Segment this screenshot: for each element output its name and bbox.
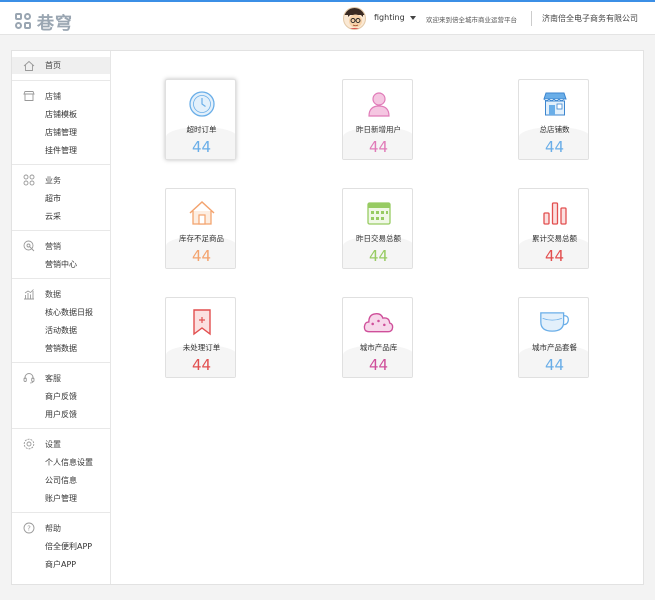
sidebar-item-merchant-app[interactable]: 商户APP — [12, 555, 110, 573]
card-value: 44 — [191, 247, 212, 265]
sidebar-heading-label: 客服 — [45, 373, 61, 383]
sidebar-item-widget-manage[interactable]: 挂件管理 — [12, 141, 110, 159]
help-icon: ? — [22, 522, 35, 535]
card-label: 昨日交易总额 — [356, 234, 401, 243]
card-value: 44 — [544, 138, 565, 156]
sidebar-section-home: 首页 — [12, 57, 110, 81]
marketing-icon — [22, 240, 35, 253]
sidebar-item-merchant-feedback[interactable]: 商户反馈 — [12, 387, 110, 405]
sidebar-item-company-info[interactable]: 公司信息 — [12, 471, 110, 489]
sidebar-heading-data: 数据 — [12, 285, 110, 303]
bars-icon — [539, 199, 570, 227]
card-label: 城市产品库 — [359, 343, 398, 352]
logo-mark-icon — [15, 12, 35, 31]
chart-icon — [22, 288, 35, 301]
gear-icon — [22, 438, 35, 451]
card-label: 昨日新增用户 — [356, 125, 401, 134]
sidebar-item-user-feedback[interactable]: 用户反馈 — [12, 405, 110, 423]
shop-icon — [539, 90, 570, 118]
stat-card-city-packages[interactable]: 城市产品套餐 44 — [518, 297, 589, 378]
welcome-text: 欢迎来到倍全城市商业运营平台 — [426, 16, 517, 24]
dashboard-main: 超时订单 44 昨日新增用户 44 总店铺数 44 库存不足商品 44 昨日交易… — [111, 51, 643, 584]
sidebar-item-beiquan-app[interactable]: 倍全便利APP — [12, 537, 110, 555]
sidebar-item-marketing-center[interactable]: 营销中心 — [12, 255, 110, 273]
card-value: 44 — [544, 247, 565, 265]
cup-icon — [539, 308, 570, 336]
card-label: 未处理订单 — [182, 343, 221, 352]
svg-text:?: ? — [27, 525, 31, 533]
card-label: 总店铺数 — [539, 125, 570, 134]
sidebar-heading-business: 业务 — [12, 171, 110, 189]
company-name: 济南倍全电子商务有限公司 — [542, 14, 638, 23]
card-value: 44 — [544, 356, 565, 374]
sidebar-item-account-manage[interactable]: 账户管理 — [12, 489, 110, 507]
stat-card-yesterday-revenue[interactable]: 昨日交易总额 44 — [342, 188, 413, 269]
card-value: 44 — [191, 138, 212, 156]
user-name[interactable]: fighting — [374, 13, 405, 22]
card-label: 城市产品套餐 — [532, 343, 577, 352]
sidebar-heading-service: 客服 — [12, 369, 110, 387]
sidebar-item-label: 首页 — [45, 61, 61, 70]
card-label: 库存不足商品 — [179, 234, 224, 243]
stat-card-total-stores[interactable]: 总店铺数 44 — [518, 79, 589, 160]
store-icon — [22, 90, 35, 103]
sidebar-section-store: 店铺 店铺模板 店铺管理 挂件管理 — [12, 81, 110, 165]
logo-text: 巷穹 — [37, 14, 73, 34]
sidebar-section-marketing: 营销 营销中心 — [12, 231, 110, 279]
bookmark-icon — [186, 308, 217, 336]
sidebar-heading-label: 设置 — [45, 439, 61, 449]
stat-card-pending-orders[interactable]: 未处理订单 44 — [165, 297, 236, 378]
sidebar-section-data: 数据 核心数据日报 活动数据 营销数据 — [12, 279, 110, 363]
headset-icon — [22, 372, 35, 385]
home-icon — [22, 59, 35, 72]
house-icon — [186, 199, 217, 227]
logo[interactable]: 巷穹 — [15, 9, 73, 34]
sidebar-section-business: 业务 超市 云采 — [12, 165, 110, 231]
stat-card-timeout-orders[interactable]: 超时订单 44 — [165, 79, 236, 160]
sidebar-heading-help: ? 帮助 — [12, 519, 110, 537]
sidebar-item-store-manage[interactable]: 店铺管理 — [12, 123, 110, 141]
top-header: 巷穹 fighting 欢迎来到倍全城市商业运营平台 济南倍全电子商务有限公司 — [0, 2, 655, 35]
sidebar-heading-store: 店铺 — [12, 87, 110, 105]
user-icon — [363, 90, 394, 118]
sidebar-heading-settings: 设置 — [12, 435, 110, 453]
sidebar-heading-label: 数据 — [45, 289, 61, 299]
stat-card-total-revenue[interactable]: 累计交易总额 44 — [518, 188, 589, 269]
sidebar-heading-label: 店铺 — [45, 91, 61, 101]
sidebar-item-core-daily[interactable]: 核心数据日报 — [12, 303, 110, 321]
header-divider — [531, 11, 532, 26]
sidebar-heading-label: 帮助 — [45, 523, 61, 533]
card-value: 44 — [191, 356, 212, 374]
sidebar-item-activity-data[interactable]: 活动数据 — [12, 321, 110, 339]
content-panel: 首页 店铺 店铺模板 店铺管理 挂件管理 业务 超市 云采 营销 营销中心 数据… — [11, 50, 644, 585]
card-value: 44 — [368, 247, 389, 265]
card-value: 44 — [368, 138, 389, 156]
sidebar: 首页 店铺 店铺模板 店铺管理 挂件管理 业务 超市 云采 营销 营销中心 数据… — [12, 51, 111, 584]
sidebar-item-store-template[interactable]: 店铺模板 — [12, 105, 110, 123]
sidebar-section-help: ? 帮助 倍全便利APP 商户APP — [12, 513, 110, 578]
sidebar-item-marketing-data[interactable]: 营销数据 — [12, 339, 110, 357]
calendar-icon — [363, 199, 394, 227]
sidebar-item-home[interactable]: 首页 — [12, 57, 110, 74]
avatar[interactable] — [343, 7, 366, 30]
stat-card-low-stock[interactable]: 库存不足商品 44 — [165, 188, 236, 269]
sidebar-section-service: 客服 商户反馈 用户反馈 — [12, 363, 110, 429]
sidebar-item-supermarket[interactable]: 超市 — [12, 189, 110, 207]
stat-card-new-users[interactable]: 昨日新增用户 44 — [342, 79, 413, 160]
sidebar-section-settings: 设置 个人信息设置 公司信息 账户管理 — [12, 429, 110, 513]
grid-icon — [22, 174, 35, 187]
card-label: 超时订单 — [186, 125, 217, 134]
sidebar-item-cloud-purchase[interactable]: 云采 — [12, 207, 110, 225]
sidebar-heading-label: 业务 — [45, 175, 61, 185]
sidebar-heading-marketing: 营销 — [12, 237, 110, 255]
sidebar-item-personal-settings[interactable]: 个人信息设置 — [12, 453, 110, 471]
stat-card-city-products[interactable]: 城市产品库 44 — [342, 297, 413, 378]
card-label: 累计交易总额 — [532, 234, 577, 243]
clock-icon — [186, 90, 217, 118]
sidebar-heading-label: 营销 — [45, 241, 61, 251]
chevron-down-icon[interactable] — [410, 16, 416, 20]
cloud-icon — [363, 308, 394, 336]
card-value: 44 — [368, 356, 389, 374]
